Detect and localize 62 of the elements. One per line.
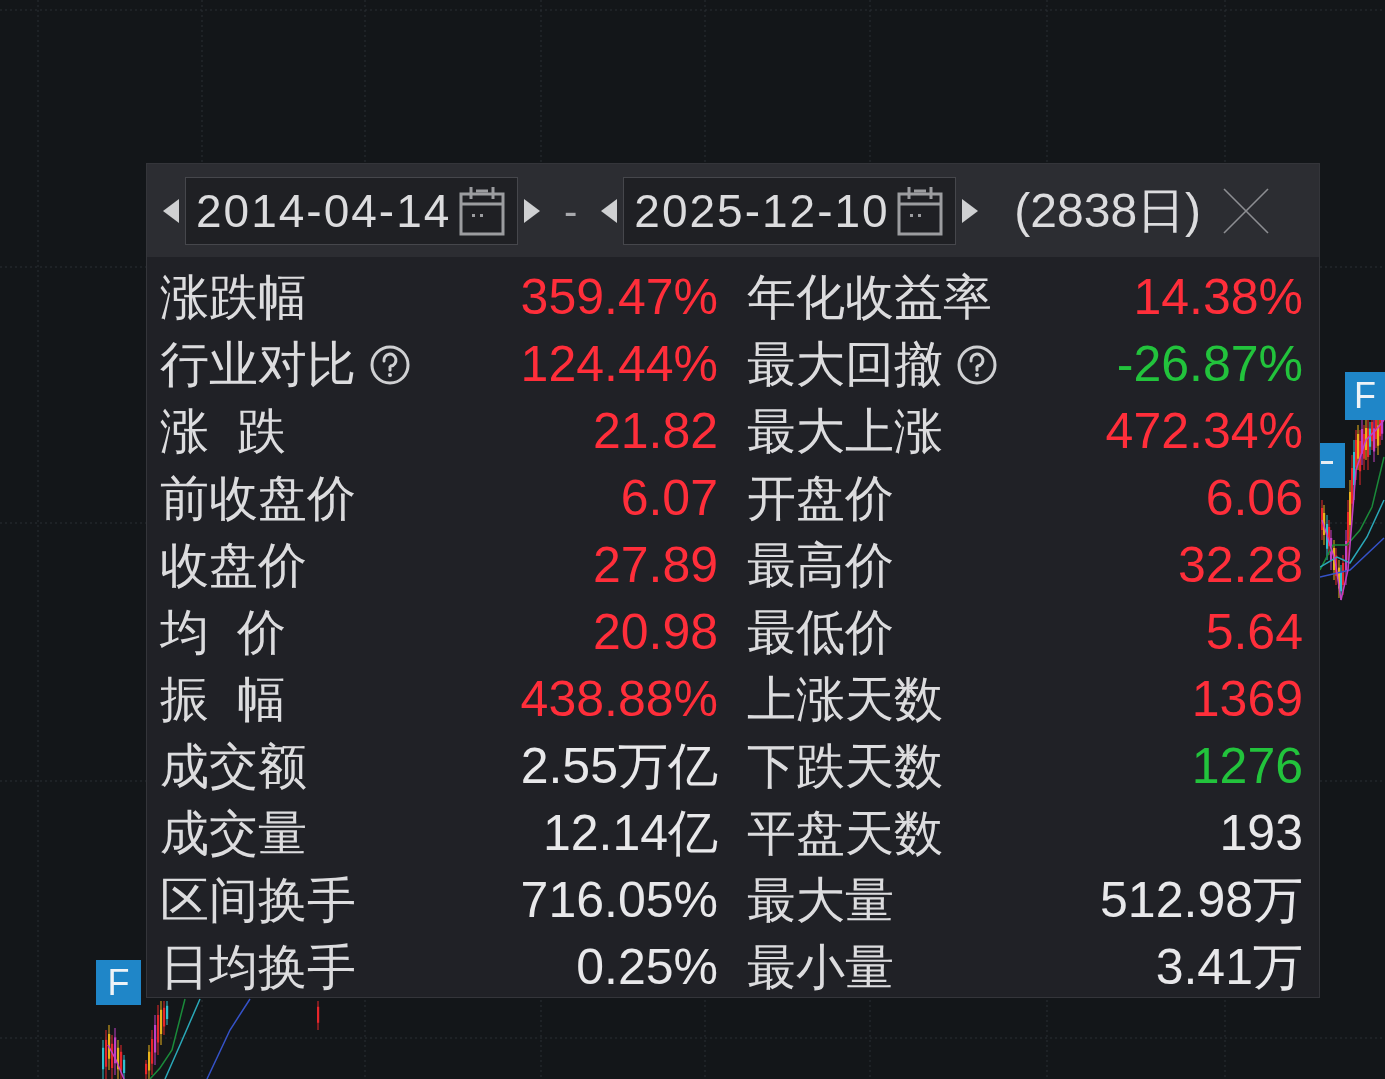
help-icon[interactable]: [370, 344, 410, 385]
stat-value: 124.44%: [520, 337, 718, 392]
calendar-icon[interactable]: [897, 185, 944, 236]
stat-value: 193: [1219, 806, 1303, 861]
stat-value: 32.28: [1177, 538, 1303, 593]
stat-label: 日均换手: [160, 940, 356, 995]
stat-value: 1369: [1191, 672, 1303, 727]
stat-value: 3.41万: [1155, 940, 1303, 995]
stat-label: 涨跌幅: [160, 270, 307, 325]
stat-label: 最大上涨: [747, 404, 943, 459]
stat-label: 开盘价: [747, 471, 894, 526]
stat-value: 359.47%: [520, 270, 718, 325]
stat-label: 振 幅: [160, 672, 286, 727]
stat-value: -26.87%: [1116, 337, 1303, 392]
candlestick: [317, 1000, 320, 1031]
stat-value: 472.34%: [1105, 404, 1303, 459]
stat-value: 2.55万亿: [520, 739, 718, 794]
day-count: (2838日): [1014, 186, 1202, 235]
stat-value: 20.98: [592, 605, 718, 660]
stat-label: 最低价: [747, 605, 894, 660]
stat-label: 成交量: [160, 806, 307, 861]
stat-label: 上涨天数: [747, 672, 943, 727]
date-field[interactable]: 2014-04-14: [185, 176, 518, 245]
close-icon[interactable]: [1223, 187, 1270, 234]
stat-value: 0.25%: [576, 940, 718, 995]
stat-value: 512.98万: [1100, 873, 1303, 928]
chart-marker-badge: F: [96, 960, 141, 1005]
left-triangle-icon[interactable]: [163, 198, 179, 223]
stat-label: 涨 跌: [160, 404, 286, 459]
stat-value: 6.06: [1205, 471, 1303, 526]
stat-label: 最高价: [747, 538, 894, 593]
calendar-icon[interactable]: [459, 185, 505, 236]
moving-average-line: [107, 1044, 125, 1079]
stat-value: 1276: [1191, 739, 1303, 794]
stat-value: 5.64: [1205, 605, 1303, 660]
stat-label: 最小量: [747, 940, 894, 995]
right-triangle-icon[interactable]: [524, 198, 540, 223]
stat-label: 最大量: [747, 873, 894, 928]
range-separator: -: [564, 190, 578, 231]
stat-value: 14.38%: [1133, 270, 1303, 325]
marker-tile-icon: [1320, 443, 1345, 488]
stat-value: 438.88%: [520, 672, 718, 727]
stat-label: 最大回撤: [747, 337, 943, 392]
stat-value: 6.07: [620, 471, 718, 526]
date-field[interactable]: 2025-12-10: [623, 176, 957, 245]
stat-label: 收盘价: [160, 538, 307, 593]
stat-label: 行业对比: [160, 337, 356, 392]
help-icon[interactable]: [957, 344, 997, 385]
right-triangle-icon[interactable]: [962, 198, 979, 223]
chart-marker-badge: F: [1345, 372, 1385, 420]
stat-value: 21.82: [592, 404, 718, 459]
stat-label: 前收盘价: [160, 471, 356, 526]
left-triangle-icon[interactable]: [601, 198, 618, 223]
stat-label: 平盘天数: [747, 806, 943, 861]
stat-value: 716.05%: [520, 873, 718, 928]
stat-label: 下跌天数: [747, 739, 943, 794]
stat-label: 年化收益率: [747, 270, 992, 325]
stat-label: 区间换手: [160, 873, 356, 928]
stat-value: 12.14亿: [542, 806, 718, 861]
stat-label: 均 价: [160, 605, 286, 660]
stat-value: 27.89: [592, 538, 718, 593]
stat-label: 成交额: [160, 739, 307, 794]
